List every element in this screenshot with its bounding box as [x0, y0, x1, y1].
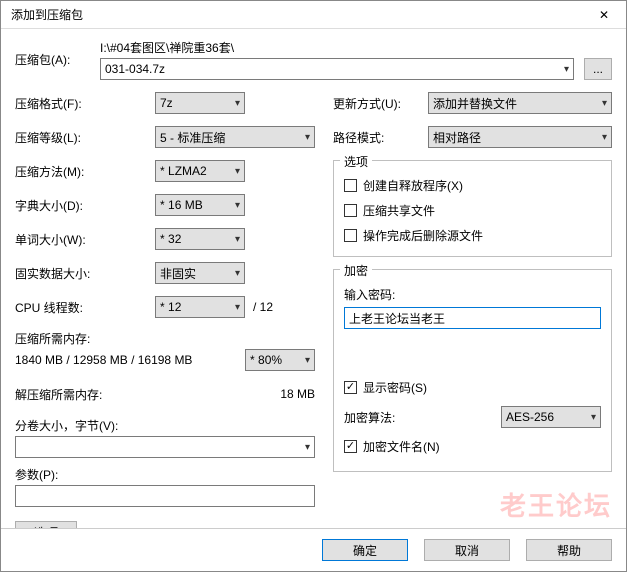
password-label: 输入密码: — [344, 286, 601, 303]
pathmode-label: 路径模式: — [333, 129, 428, 146]
options-fieldset: 选项 创建自释放程序(X) 压缩共享文件 操作完成后删除源文件 — [333, 160, 612, 257]
checkbox-icon — [344, 204, 357, 217]
level-label: 压缩等级(L): — [15, 129, 155, 146]
dialog-footer: 确定 取消 帮助 — [1, 528, 626, 571]
mem-comp-label: 压缩所需内存: — [15, 330, 315, 347]
algo-select[interactable]: AES-256▾ — [501, 406, 601, 428]
level-select[interactable]: 5 - 标准压缩▾ — [155, 126, 315, 148]
chevron-down-icon: ▾ — [305, 442, 310, 453]
split-label: 分卷大小，字节(V): — [15, 417, 315, 434]
chevron-down-icon: ▾ — [235, 200, 240, 211]
chevron-down-icon: ▾ — [235, 98, 240, 109]
chevron-down-icon: ▾ — [235, 302, 240, 313]
update-label: 更新方式(U): — [333, 95, 428, 112]
params-label: 参数(P): — [15, 466, 315, 483]
mem-decomp-value: 18 MB — [155, 387, 315, 401]
encryption-legend: 加密 — [340, 262, 372, 279]
archive-path: I:\#04套图区\禅院重36套\ — [100, 39, 612, 56]
delete-after-checkbox[interactable]: 操作完成后删除源文件 — [344, 227, 601, 244]
chevron-down-icon: ▾ — [602, 98, 607, 109]
mem-comp-value: 1840 MB / 12958 MB / 16198 MB — [15, 353, 245, 367]
method-label: 压缩方法(M): — [15, 163, 155, 180]
cpu-label: CPU 线程数: — [15, 299, 155, 316]
close-icon: ✕ — [599, 8, 609, 22]
title-bar: 添加到压缩包 ✕ — [1, 1, 626, 29]
shared-checkbox[interactable]: 压缩共享文件 — [344, 202, 601, 219]
browse-button[interactable]: ... — [584, 58, 612, 80]
ok-button[interactable]: 确定 — [322, 539, 408, 561]
checkbox-checked-icon — [344, 381, 357, 394]
mem-pct-select[interactable]: * 80%▾ — [245, 349, 315, 371]
help-button[interactable]: 帮助 — [526, 539, 612, 561]
checkbox-checked-icon — [344, 440, 357, 453]
word-select[interactable]: * 32▾ — [155, 228, 245, 250]
chevron-down-icon: ▾ — [564, 64, 569, 75]
chevron-down-icon: ▾ — [235, 166, 240, 177]
cpu-select[interactable]: * 12▾ — [155, 296, 245, 318]
checkbox-icon — [344, 179, 357, 192]
chevron-down-icon: ▾ — [305, 355, 310, 366]
close-button[interactable]: ✕ — [582, 1, 626, 29]
format-select[interactable]: 7z▾ — [155, 92, 245, 114]
split-input[interactable]: ▾ — [15, 436, 315, 458]
chevron-down-icon: ▾ — [235, 268, 240, 279]
mem-decomp-label: 解压缩所需内存: — [15, 386, 155, 403]
archive-label: 压缩包(A): — [15, 51, 100, 68]
encryption-fieldset: 加密 输入密码: 显示密码(S) 加密算法: AES-256▾ 加密文件名(N) — [333, 269, 612, 472]
dict-select[interactable]: * 16 MB▾ — [155, 194, 245, 216]
chevron-down-icon: ▾ — [602, 132, 607, 143]
algo-label: 加密算法: — [344, 409, 501, 426]
params-input[interactable] — [15, 485, 315, 507]
checkbox-icon — [344, 229, 357, 242]
update-select[interactable]: 添加并替换文件▾ — [428, 92, 612, 114]
cancel-button[interactable]: 取消 — [424, 539, 510, 561]
solid-select[interactable]: 非固实▾ — [155, 262, 245, 284]
password-input[interactable] — [344, 307, 601, 329]
window-title: 添加到压缩包 — [11, 6, 582, 23]
dict-label: 字典大小(D): — [15, 197, 155, 214]
chevron-down-icon: ▾ — [591, 412, 596, 423]
encrypt-names-checkbox[interactable]: 加密文件名(N) — [344, 438, 601, 455]
word-label: 单词大小(W): — [15, 231, 155, 248]
options-legend: 选项 — [340, 153, 372, 170]
chevron-down-icon: ▾ — [235, 234, 240, 245]
chevron-down-icon: ▾ — [305, 132, 310, 143]
pathmode-select[interactable]: 相对路径▾ — [428, 126, 612, 148]
sfx-checkbox[interactable]: 创建自释放程序(X) — [344, 177, 601, 194]
cpu-total: / 12 — [253, 300, 273, 314]
solid-label: 固实数据大小: — [15, 265, 155, 282]
archive-filename-input[interactable]: 031-034.7z ▾ — [100, 58, 574, 80]
format-label: 压缩格式(F): — [15, 95, 155, 112]
show-password-checkbox[interactable]: 显示密码(S) — [344, 379, 601, 396]
method-select[interactable]: * LZMA2▾ — [155, 160, 245, 182]
